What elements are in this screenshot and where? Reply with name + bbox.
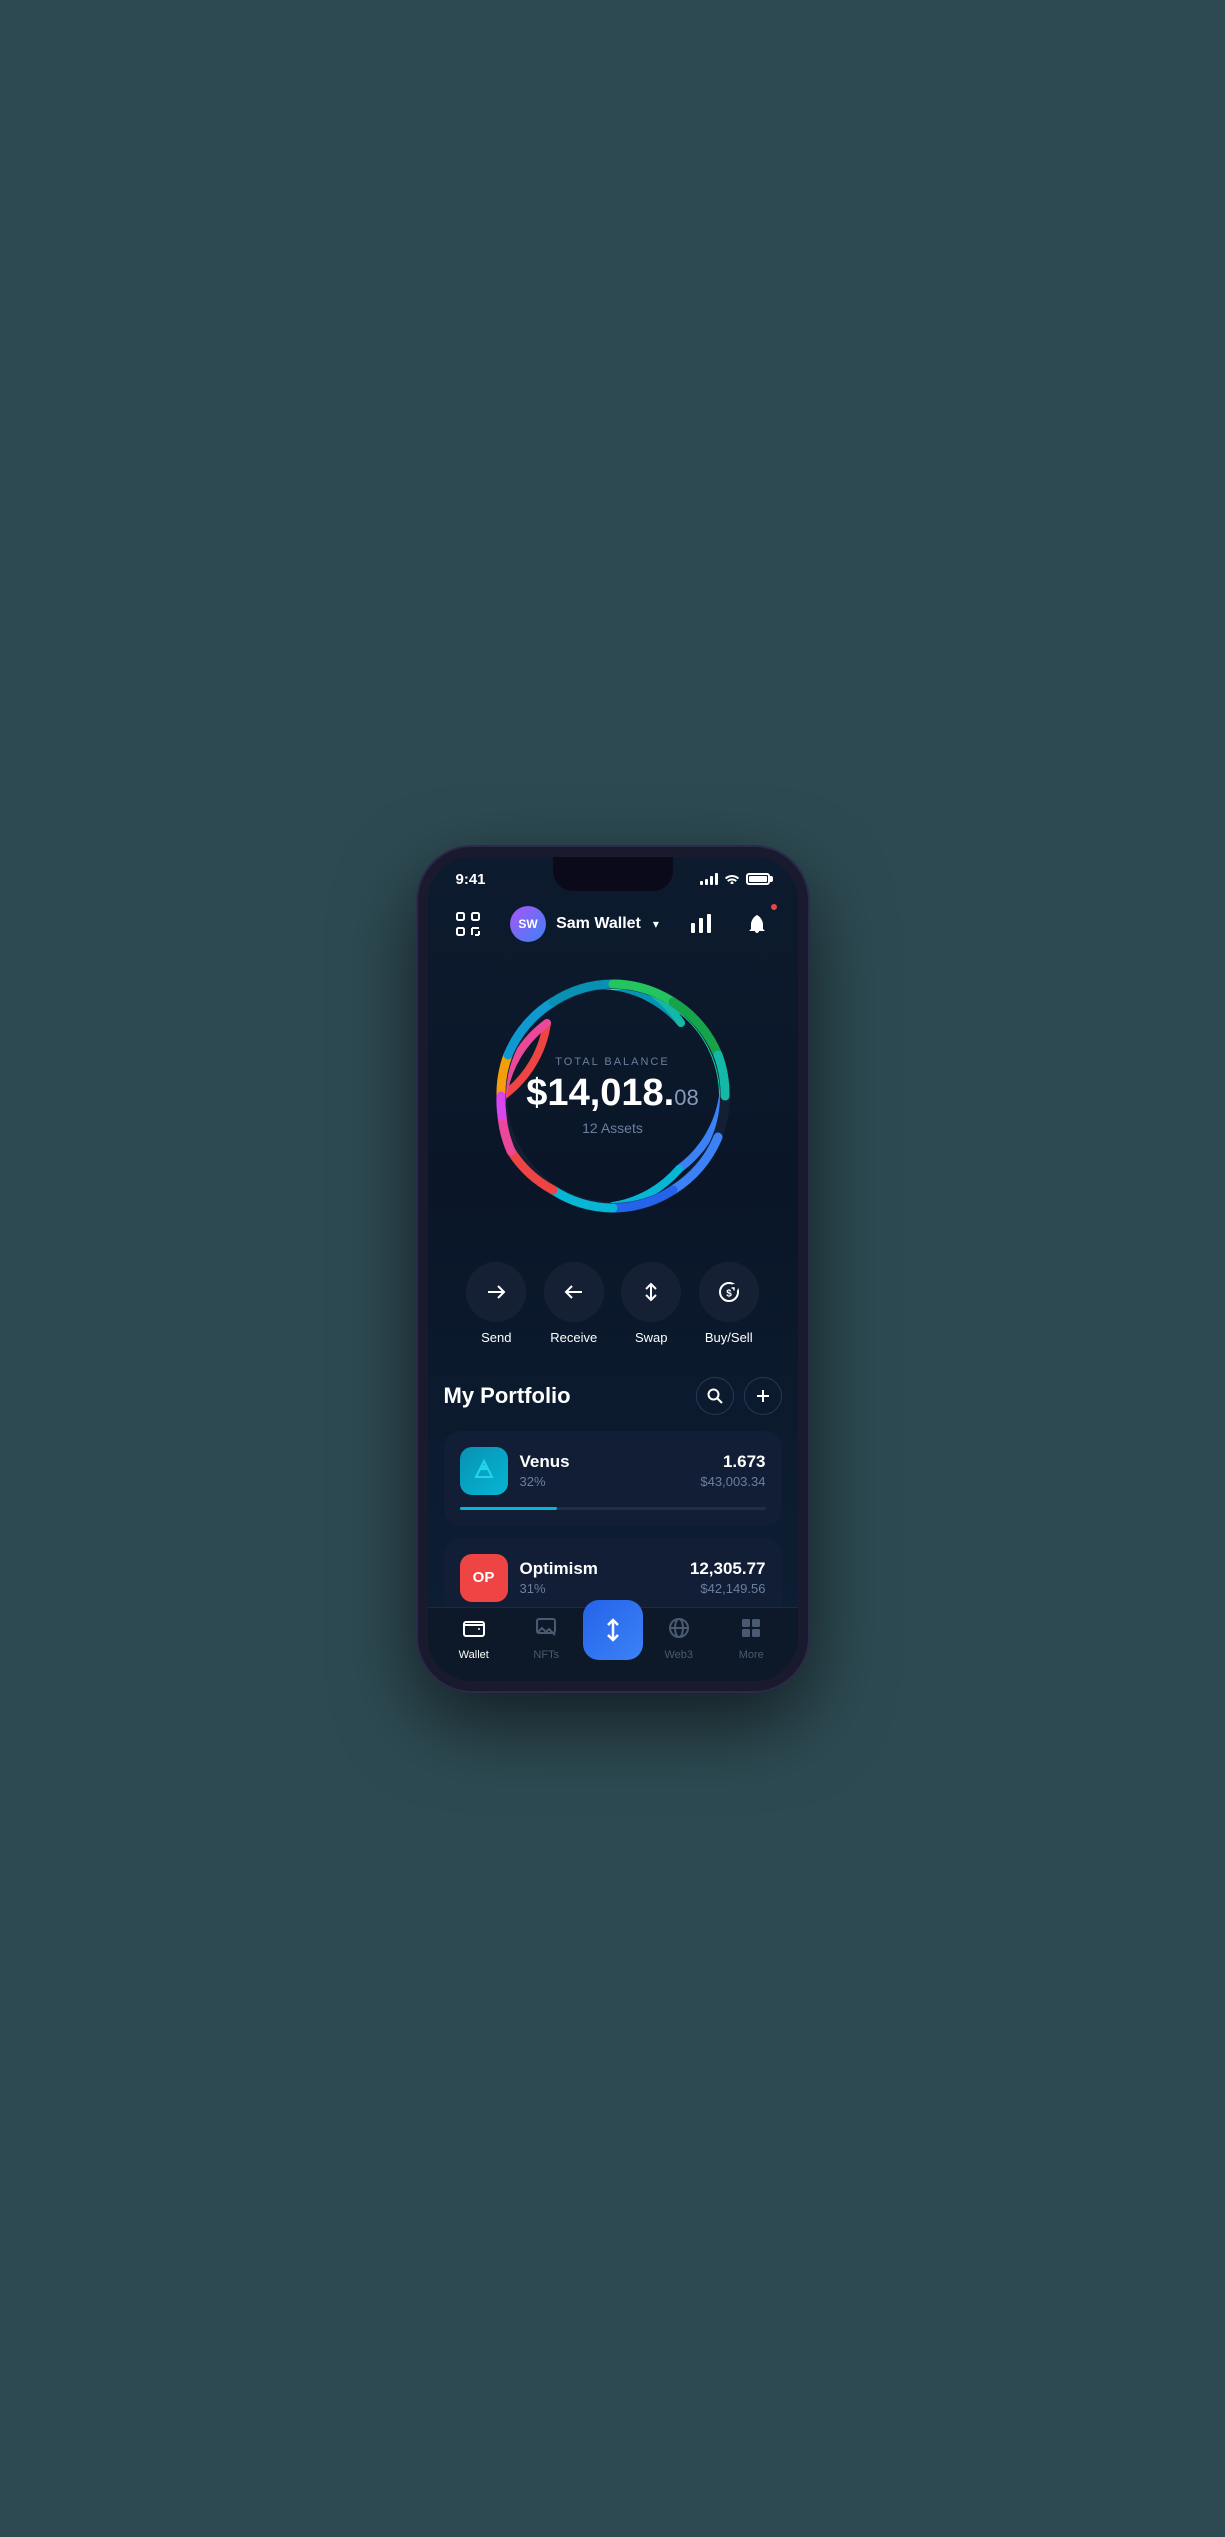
portfolio-search-button[interactable] xyxy=(696,1377,734,1415)
venus-asset-row: Venus 32% 1.673 $43,003.34 xyxy=(460,1447,766,1495)
nfts-icon xyxy=(534,1616,558,1645)
venus-name: Venus xyxy=(520,1452,570,1472)
balance-amount: $14,018.08 xyxy=(526,1074,698,1112)
signal-icon xyxy=(700,873,718,885)
optimism-asset-row: OP Optimism 31% 12,305.77 $42,149.56 xyxy=(460,1554,766,1602)
notification-dot xyxy=(769,902,779,912)
send-button[interactable] xyxy=(466,1262,526,1322)
web3-icon xyxy=(667,1616,691,1645)
optimism-asset-right: 12,305.77 $42,149.56 xyxy=(690,1559,766,1596)
nav-item-more[interactable]: More xyxy=(715,1616,788,1661)
venus-asset-right: 1.673 $43,003.34 xyxy=(700,1452,765,1489)
optimism-asset-left: OP Optimism 31% xyxy=(460,1554,598,1602)
more-nav-label: More xyxy=(739,1649,764,1661)
nav-item-center-swap[interactable] xyxy=(583,1616,643,1660)
center-swap-button[interactable] xyxy=(583,1600,643,1660)
action-buttons: Send Receive xyxy=(428,1246,798,1369)
optimism-amount: 12,305.77 xyxy=(690,1559,766,1579)
wallet-nav-label: Wallet xyxy=(459,1649,489,1661)
status-icons xyxy=(700,871,770,887)
swap-button[interactable] xyxy=(621,1262,681,1322)
nav-item-web3[interactable]: Web3 xyxy=(643,1616,716,1661)
nav-item-nfts[interactable]: NFTs xyxy=(510,1616,583,1661)
swap-label: Swap xyxy=(635,1330,668,1345)
balance-cents: 08 xyxy=(674,1085,698,1110)
buysell-action[interactable]: $ Buy/Sell xyxy=(699,1262,759,1345)
chart-button[interactable] xyxy=(681,904,721,944)
venus-bar-fill xyxy=(460,1507,558,1510)
balance-info: TOTAL BALANCE $14,018.08 12 Assets xyxy=(526,1056,698,1136)
avatar: SW xyxy=(510,906,546,942)
send-action[interactable]: Send xyxy=(466,1262,526,1345)
venus-bar-track xyxy=(460,1507,766,1510)
swap-action[interactable]: Swap xyxy=(621,1262,681,1345)
nfts-nav-label: NFTs xyxy=(533,1649,559,1661)
phone-frame: 9:41 xyxy=(418,847,808,1691)
venus-amount: 1.673 xyxy=(700,1452,765,1472)
nav-item-wallet[interactable]: Wallet xyxy=(438,1616,511,1661)
nav-right-actions xyxy=(681,904,777,944)
buysell-label: Buy/Sell xyxy=(705,1330,753,1345)
venus-value: $43,003.34 xyxy=(700,1474,765,1489)
user-profile[interactable]: SW Sam Wallet ▾ xyxy=(510,906,659,942)
optimism-percent: 31% xyxy=(520,1581,598,1596)
portfolio-actions xyxy=(696,1377,782,1415)
receive-action[interactable]: Receive xyxy=(544,1262,604,1345)
balance-circle: TOTAL BALANCE $14,018.08 12 Assets xyxy=(483,966,743,1226)
portfolio-section: My Portfolio xyxy=(428,1369,798,1633)
balance-assets: 12 Assets xyxy=(526,1120,698,1136)
venus-logo xyxy=(460,1447,508,1495)
buysell-button[interactable]: $ xyxy=(699,1262,759,1322)
portfolio-title: My Portfolio xyxy=(444,1383,571,1409)
bottom-navigation: Wallet NFTs xyxy=(428,1607,798,1681)
optimism-value: $42,149.56 xyxy=(690,1581,766,1596)
receive-button[interactable] xyxy=(544,1262,604,1322)
optimism-name: Optimism xyxy=(520,1559,598,1579)
venus-asset-left: Venus 32% xyxy=(460,1447,570,1495)
asset-card-venus[interactable]: Venus 32% 1.673 $43,003.34 xyxy=(444,1431,782,1526)
scan-button[interactable] xyxy=(448,904,488,944)
phone-screen: 9:41 xyxy=(428,857,798,1681)
optimism-logo: OP xyxy=(460,1554,508,1602)
user-name: Sam Wallet xyxy=(556,915,641,933)
wifi-icon xyxy=(724,871,740,887)
receive-label: Receive xyxy=(550,1330,597,1345)
chevron-down-icon: ▾ xyxy=(653,917,659,931)
top-navigation: SW Sam Wallet ▾ xyxy=(428,896,798,956)
status-time: 9:41 xyxy=(456,871,486,888)
balance-section: TOTAL BALANCE $14,018.08 12 Assets xyxy=(428,956,798,1246)
balance-label: TOTAL BALANCE xyxy=(526,1056,698,1068)
battery-icon xyxy=(746,873,770,885)
wallet-icon xyxy=(462,1616,486,1645)
more-icon xyxy=(739,1616,763,1645)
venus-percent: 32% xyxy=(520,1474,570,1489)
notch xyxy=(553,857,673,891)
balance-main: $14,018. xyxy=(526,1072,674,1114)
portfolio-add-button[interactable] xyxy=(744,1377,782,1415)
send-label: Send xyxy=(481,1330,511,1345)
web3-nav-label: Web3 xyxy=(664,1649,693,1661)
portfolio-header: My Portfolio xyxy=(444,1377,782,1415)
notification-button[interactable] xyxy=(737,904,777,944)
